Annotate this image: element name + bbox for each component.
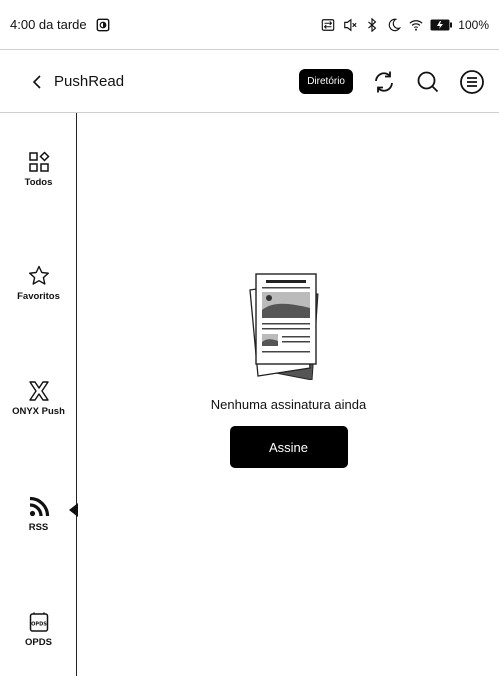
battery-icon bbox=[430, 19, 453, 30]
sync-icon bbox=[322, 18, 335, 31]
subscribe-button[interactable]: Assine bbox=[229, 426, 348, 468]
status-bar: 4:00 da tarde 100% bbox=[0, 0, 499, 50]
chevron-left-icon[interactable] bbox=[28, 72, 48, 92]
page-title: PushRead bbox=[54, 73, 125, 90]
empty-state: Nenhuma assinatura ainda Assine bbox=[78, 270, 499, 468]
refresh-icon[interactable] bbox=[371, 69, 397, 95]
star-icon bbox=[28, 265, 49, 285]
menu-icon[interactable] bbox=[459, 69, 485, 95]
sidebar-item-label: RSS bbox=[28, 522, 49, 533]
newspaper-illustration-icon bbox=[248, 273, 319, 380]
screenshot-app-icon bbox=[96, 18, 110, 31]
onyx-push-icon bbox=[28, 381, 49, 401]
grid-icon bbox=[28, 151, 50, 172]
sidebar-item-todos[interactable]: Todos bbox=[0, 151, 77, 188]
selection-indicator bbox=[69, 503, 78, 517]
battery-percent: 100% bbox=[458, 17, 489, 32]
bluetooth-icon bbox=[368, 17, 377, 32]
status-time: 4:00 da tarde bbox=[10, 17, 87, 32]
moon-icon bbox=[388, 18, 402, 31]
sidebar-item-opds[interactable]: OPDS OPDS bbox=[0, 611, 77, 648]
sidebar-item-label: OPDS bbox=[25, 637, 52, 648]
search-icon[interactable] bbox=[415, 69, 441, 95]
sidebar: Todos Favoritos ONYX Push RSS OPDS OPDS bbox=[0, 113, 78, 676]
mute-icon bbox=[344, 18, 357, 31]
sidebar-item-onyx-push[interactable]: ONYX Push bbox=[0, 380, 77, 417]
rss-icon bbox=[29, 496, 49, 517]
empty-message: Nenhuma assinatura ainda bbox=[210, 397, 367, 412]
svg-text:OPDS: OPDS bbox=[31, 622, 47, 628]
directory-button[interactable]: Diretório bbox=[299, 69, 353, 94]
wifi-icon bbox=[409, 19, 423, 31]
sidebar-item-label: Favoritos bbox=[17, 291, 60, 302]
sidebar-item-label: Todos bbox=[24, 177, 53, 188]
sidebar-item-favoritos[interactable]: Favoritos bbox=[0, 265, 77, 302]
sidebar-item-rss[interactable]: RSS bbox=[0, 496, 77, 533]
opds-icon: OPDS bbox=[29, 612, 48, 632]
app-bar: PushRead Diretório bbox=[0, 51, 499, 113]
sidebar-item-label: ONYX Push bbox=[12, 406, 65, 417]
